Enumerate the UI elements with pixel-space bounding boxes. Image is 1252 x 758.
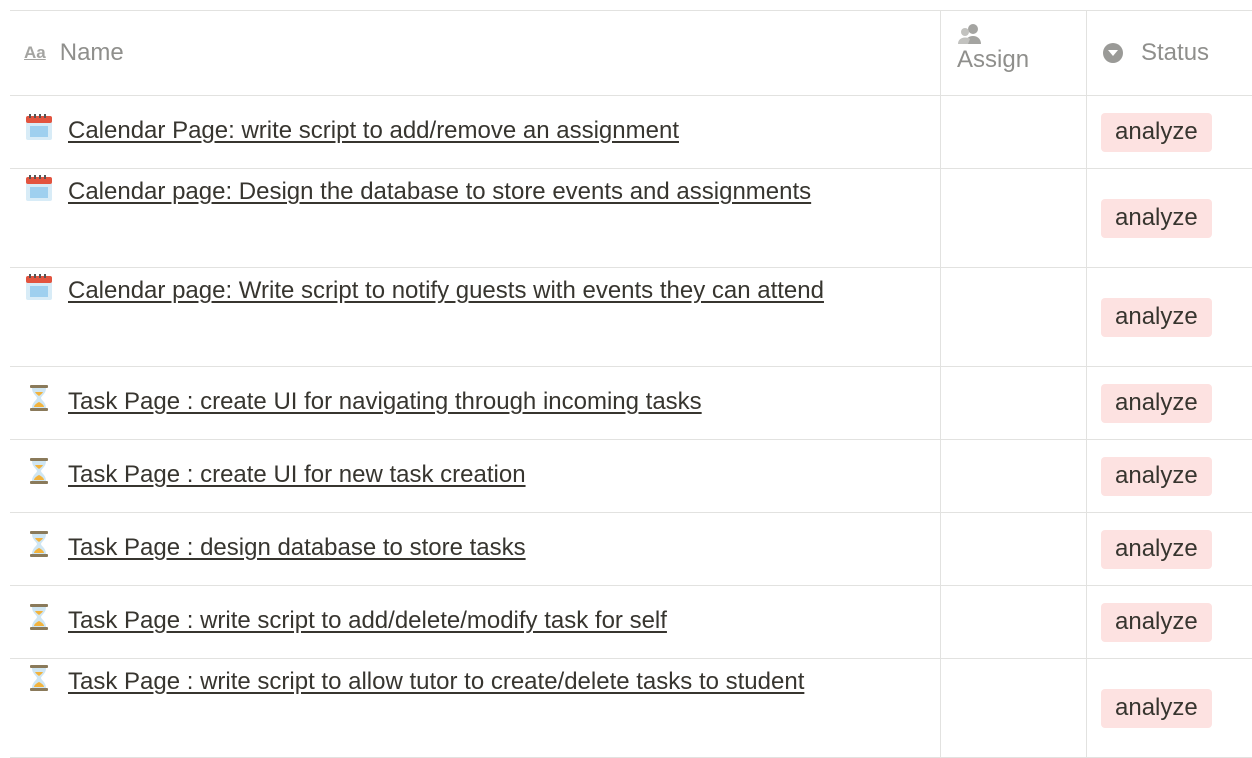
header-assign-label: Assign bbox=[957, 46, 1030, 73]
hourglass-icon bbox=[30, 531, 48, 557]
hourglass-icon bbox=[30, 604, 48, 630]
table-row[interactable]: Calendar page: Write script to notify gu… bbox=[10, 268, 1252, 367]
status-badge: analyze bbox=[1101, 383, 1212, 423]
status-badge: analyze bbox=[1101, 198, 1212, 238]
status-badge: analyze bbox=[1101, 112, 1212, 152]
assign-cell[interactable] bbox=[940, 440, 1086, 512]
status-cell[interactable]: analyze bbox=[1086, 586, 1252, 658]
task-table: Aa Name Assign Status Calendar Page: wri… bbox=[10, 10, 1252, 758]
row-title: Task Page : create UI for navigating thr… bbox=[68, 388, 702, 415]
row-title-link[interactable]: Task Page : design database to store tas… bbox=[24, 513, 926, 566]
row-title: Task Page : write script to add/delete/m… bbox=[68, 607, 667, 634]
row-title: Task Page : design database to store tas… bbox=[68, 534, 526, 561]
row-title: Task Page : create UI for new task creat… bbox=[68, 461, 526, 488]
hourglass-icon bbox=[30, 385, 48, 411]
assign-cell[interactable] bbox=[940, 169, 1086, 267]
header-name[interactable]: Aa Name bbox=[10, 11, 940, 95]
table-row[interactable]: Calendar Page: write script to add/remov… bbox=[10, 96, 1252, 169]
row-title: Calendar page: Write script to notify gu… bbox=[68, 277, 824, 304]
table-header: Aa Name Assign Status bbox=[10, 11, 1252, 96]
status-badge: analyze bbox=[1101, 688, 1212, 728]
assign-cell[interactable] bbox=[940, 268, 1086, 366]
status-cell[interactable]: analyze bbox=[1086, 513, 1252, 585]
row-title: Calendar page: Design the database to st… bbox=[68, 178, 812, 205]
status-cell[interactable]: analyze bbox=[1086, 96, 1252, 168]
status-badge: analyze bbox=[1101, 456, 1212, 496]
assign-cell[interactable] bbox=[940, 659, 1086, 757]
select-dropdown-icon bbox=[1103, 43, 1123, 63]
row-title-link[interactable]: Calendar page: Design the database to st… bbox=[24, 169, 926, 210]
assign-cell[interactable] bbox=[940, 586, 1086, 658]
status-badge: analyze bbox=[1101, 297, 1212, 337]
row-title-link[interactable]: Calendar page: Write script to notify gu… bbox=[24, 268, 926, 309]
calendar-icon bbox=[26, 175, 52, 201]
assign-cell[interactable] bbox=[940, 96, 1086, 168]
hourglass-icon bbox=[30, 458, 48, 484]
row-title-link[interactable]: Task Page : create UI for navigating thr… bbox=[24, 367, 926, 420]
calendar-icon bbox=[26, 114, 52, 140]
table-row[interactable]: Task Page : create UI for navigating thr… bbox=[10, 367, 1252, 440]
row-title-link[interactable]: Task Page : write script to add/delete/m… bbox=[24, 586, 926, 639]
hourglass-icon bbox=[30, 665, 48, 691]
table-row[interactable]: Calendar page: Design the database to st… bbox=[10, 169, 1252, 268]
header-status-label: Status bbox=[1141, 39, 1210, 66]
table-row[interactable]: Task Page : design database to store tas… bbox=[10, 513, 1252, 586]
row-title: Calendar Page: write script to add/remov… bbox=[68, 117, 679, 144]
header-assign[interactable]: Assign bbox=[940, 11, 1086, 95]
row-title: Task Page : write script to allow tutor … bbox=[68, 668, 805, 695]
table-row[interactable]: Task Page : write script to allow tutor … bbox=[10, 659, 1252, 758]
row-title-link[interactable]: Task Page : create UI for new task creat… bbox=[24, 440, 926, 493]
assign-cell[interactable] bbox=[940, 367, 1086, 439]
status-cell[interactable]: analyze bbox=[1086, 268, 1252, 366]
assign-cell[interactable] bbox=[940, 513, 1086, 585]
people-icon bbox=[958, 24, 981, 44]
calendar-icon bbox=[26, 274, 52, 300]
status-cell[interactable]: analyze bbox=[1086, 659, 1252, 757]
header-status[interactable]: Status bbox=[1086, 11, 1252, 95]
text-type-icon: Aa bbox=[24, 43, 46, 62]
status-badge: analyze bbox=[1101, 602, 1212, 642]
row-title-link[interactable]: Calendar Page: write script to add/remov… bbox=[24, 96, 926, 149]
table-row[interactable]: Task Page : write script to add/delete/m… bbox=[10, 586, 1252, 659]
status-badge: analyze bbox=[1101, 529, 1212, 569]
header-name-label: Name bbox=[59, 39, 124, 66]
table-row[interactable]: Task Page : create UI for new task creat… bbox=[10, 440, 1252, 513]
status-cell[interactable]: analyze bbox=[1086, 367, 1252, 439]
row-title-link[interactable]: Task Page : write script to allow tutor … bbox=[24, 659, 926, 700]
status-cell[interactable]: analyze bbox=[1086, 440, 1252, 512]
status-cell[interactable]: analyze bbox=[1086, 169, 1252, 267]
